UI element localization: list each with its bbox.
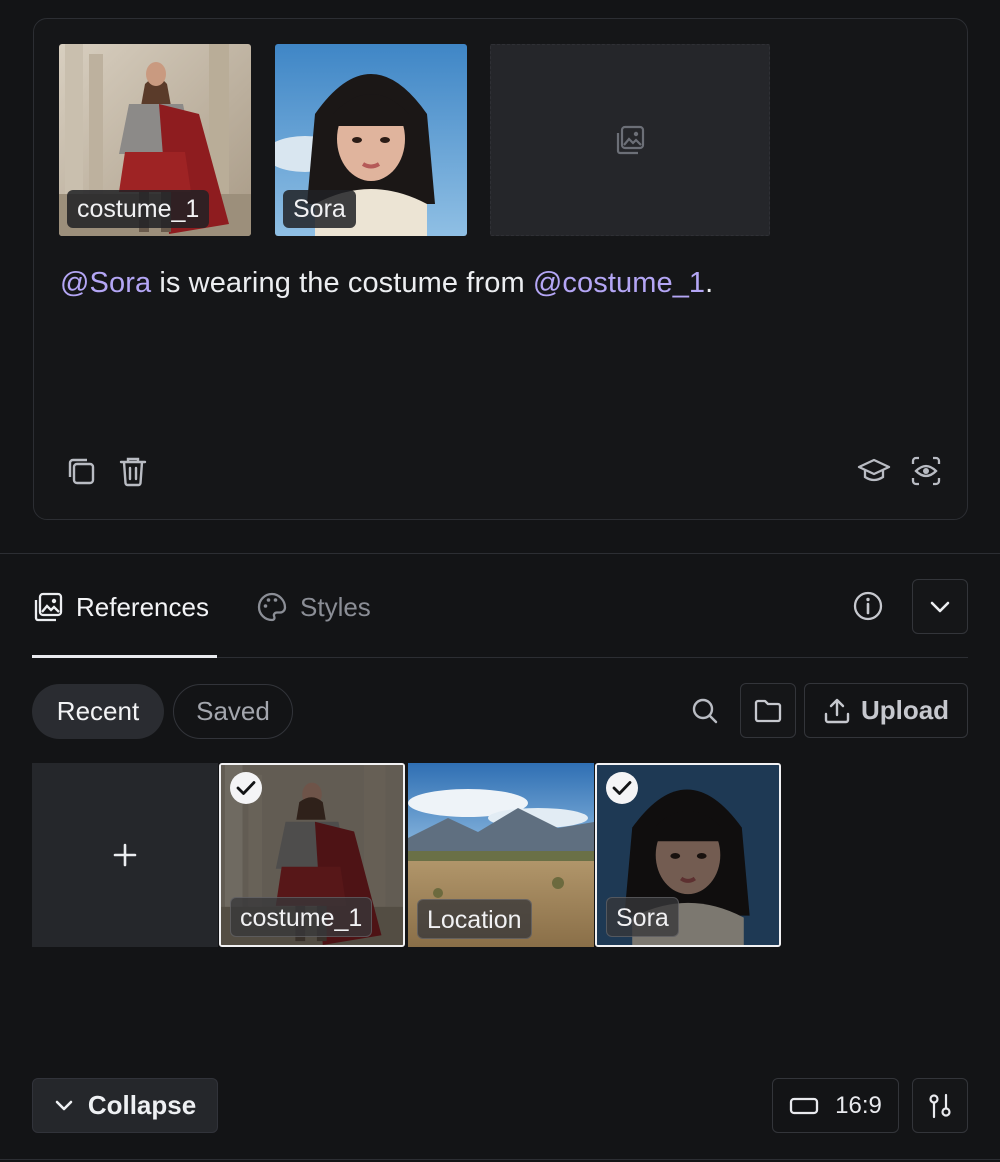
chevron-down-icon: [930, 601, 950, 612]
chevron-down-icon: [55, 1100, 73, 1110]
gallery-item-sora[interactable]: Sora: [595, 763, 781, 947]
prompt-text-middle: is wearing the costume from: [151, 267, 533, 299]
gallery-item-label: Location: [417, 899, 532, 939]
folder-button[interactable]: [740, 683, 796, 738]
prompt-thumbnail-sora[interactable]: Sora: [275, 44, 467, 236]
gallery-item-location[interactable]: Location: [408, 763, 594, 947]
plus-icon: [113, 843, 137, 867]
settings-button[interactable]: [912, 1078, 968, 1133]
gallery-item-costume[interactable]: costume_1: [219, 763, 405, 947]
graduation-cap-icon: [857, 458, 891, 482]
collapse-button[interactable]: Collapse: [32, 1078, 218, 1133]
palette-icon: [257, 592, 287, 622]
search-icon: [692, 698, 718, 724]
sliders-icon: [929, 1093, 951, 1118]
info-button[interactable]: [850, 588, 886, 624]
add-reference-button[interactable]: [32, 763, 218, 947]
selected-checkmark[interactable]: [230, 772, 262, 804]
gallery-icon: [34, 592, 63, 622]
section-divider: [0, 553, 1000, 554]
check-icon: [236, 781, 256, 795]
preview-button[interactable]: [908, 453, 944, 489]
thumbnail-label: costume_1: [67, 190, 210, 228]
prompt-text-end: .: [705, 267, 714, 299]
mention-sora[interactable]: @Sora: [60, 267, 151, 299]
prompt-card: costume_1 Sora @Sora is wearing the cost…: [33, 18, 968, 520]
aspect-ratio-button[interactable]: 16:9: [772, 1078, 899, 1133]
upload-label: Upload: [860, 695, 950, 725]
copy-button[interactable]: [63, 453, 99, 489]
eye-scan-icon: [911, 456, 941, 486]
collapse-label: Collapse: [87, 1090, 197, 1120]
check-icon: [612, 781, 632, 795]
selected-checkmark[interactable]: [606, 772, 638, 804]
thumbnail-label: Sora: [283, 190, 356, 228]
tab-styles[interactable]: Styles: [256, 585, 371, 629]
tab-label: Styles: [300, 591, 371, 622]
gallery-item-label: Sora: [606, 897, 679, 937]
learn-button[interactable]: [856, 453, 892, 489]
empty-reference-slot[interactable]: [490, 44, 770, 236]
upload-icon: [824, 698, 850, 723]
copy-icon: [68, 458, 95, 485]
info-icon: [853, 591, 883, 621]
active-tab-indicator: [32, 655, 217, 658]
aspect-ratio-icon: [789, 1097, 819, 1114]
bottom-divider: [0, 1159, 1000, 1160]
folder-icon: [754, 699, 782, 722]
tab-references[interactable]: References: [32, 585, 209, 629]
prompt-thumbnail-costume[interactable]: costume_1: [59, 44, 251, 236]
reference-panel: costume_1 Sora @Sora is wearing the cost…: [0, 0, 1000, 1162]
mention-costume[interactable]: @costume_1: [533, 267, 705, 299]
expand-dropdown-button[interactable]: [912, 579, 968, 634]
prompt-text[interactable]: @Sora is wearing the costume from @costu…: [60, 267, 713, 300]
delete-button[interactable]: [115, 453, 151, 489]
upload-button[interactable]: Upload: [804, 683, 968, 738]
aspect-ratio-value: 16:9: [835, 1091, 882, 1119]
filter-recent[interactable]: Recent: [32, 684, 164, 739]
gallery-item-label: costume_1: [230, 897, 373, 937]
trash-icon: [119, 457, 147, 487]
search-button[interactable]: [688, 694, 722, 728]
tab-label: References: [76, 591, 209, 622]
filter-saved[interactable]: Saved: [173, 684, 293, 739]
image-placeholder-icon: [616, 125, 645, 155]
